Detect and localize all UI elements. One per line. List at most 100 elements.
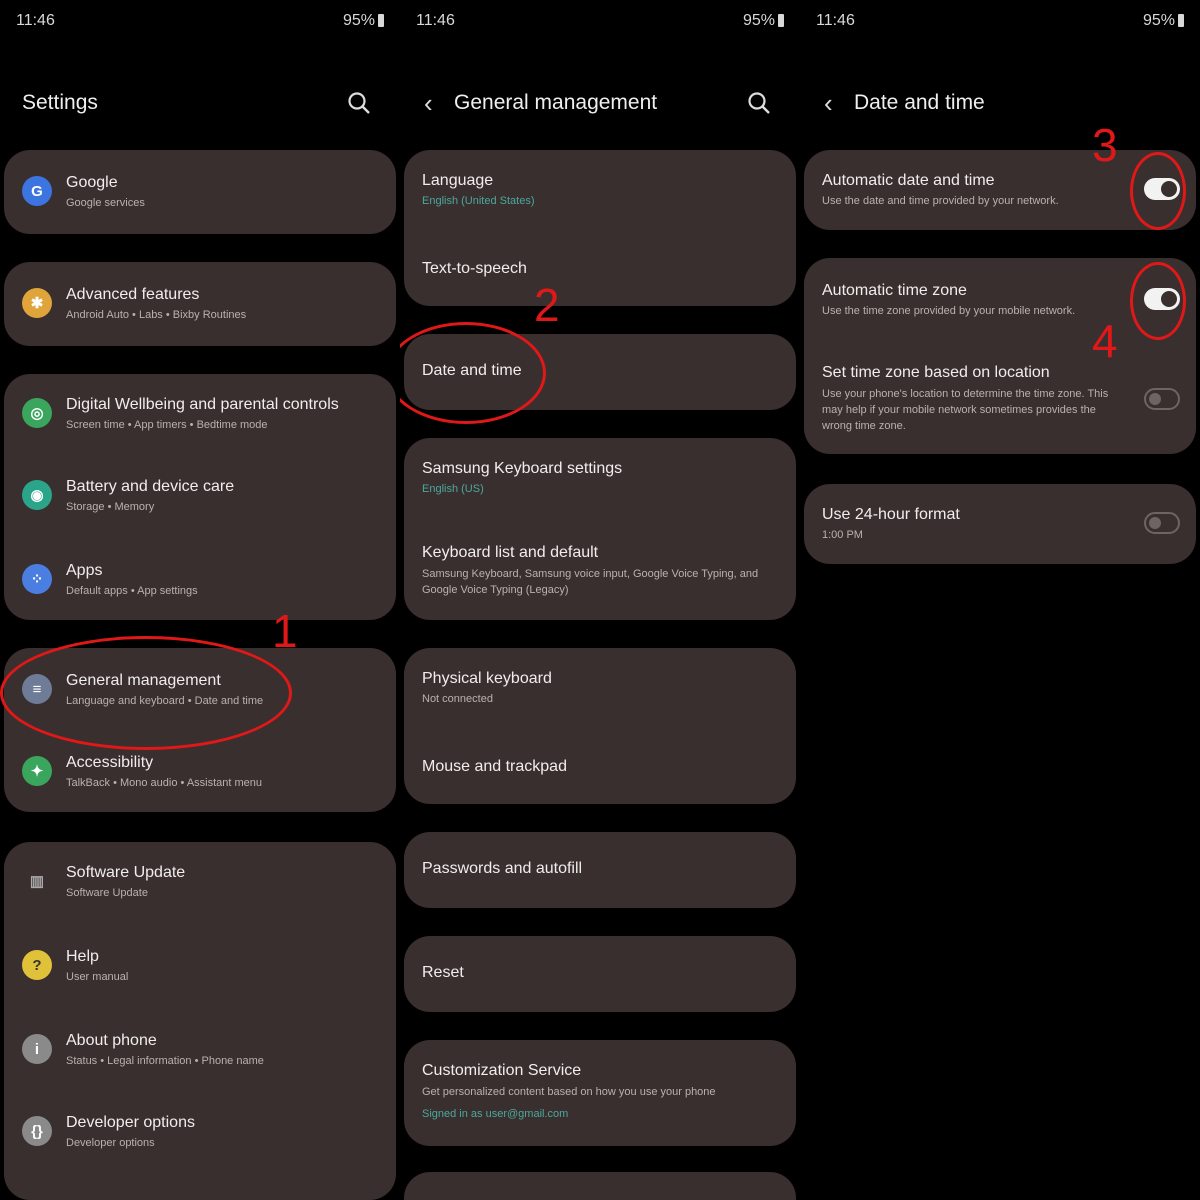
gm-card-customization: Customization Service Get personalized c…: [404, 1040, 796, 1146]
item-subtitle: TalkBack • Mono audio • Assistant menu: [66, 777, 263, 789]
dt-item-automatic-time-zone[interactable]: Automatic time zone Use the time zone pr…: [822, 282, 1116, 322]
item-subtitle: Get personalized content based on how yo…: [422, 1086, 716, 1098]
annotation-ring-3: [1130, 152, 1186, 230]
settings-card-group5: ▥ Software Update Software Update ? Help…: [4, 842, 396, 1200]
settings-item-battery[interactable]: ◉ Battery and device care Storage • Memo…: [22, 478, 382, 518]
settings-item-about-phone[interactable]: i About phone Status • Legal information…: [22, 1032, 382, 1072]
item-title: Battery and device care: [66, 478, 235, 495]
item-title: Automatic date and time: [822, 172, 995, 189]
dt-item-24-hour-format[interactable]: Use 24-hour format 1:00 PM: [822, 506, 1116, 546]
item-subtitle: Status • Legal information • Phone name: [66, 1055, 264, 1067]
gm-item-samsung-keyboard[interactable]: Samsung Keyboard settings English (US): [422, 460, 782, 500]
gm-card-passwords: Passwords and autofill: [404, 832, 796, 908]
status-bar: 11:46 95%: [816, 12, 1184, 34]
status-battery: 95%: [742, 12, 775, 29]
item-subtitle: Software Update: [66, 887, 148, 899]
annotation-ring-4: [1130, 262, 1186, 340]
date-and-time-screen: 11:46 95% ‹ Date and time Automatic date…: [800, 0, 1200, 1200]
settings-item-apps[interactable]: ⁘ Apps Default apps • App settings: [22, 562, 382, 602]
gm-card-next: [404, 1172, 796, 1200]
item-subtitle: Use your phone's location to determine t…: [822, 388, 1109, 432]
status-right: 95%: [343, 12, 384, 30]
gm-item-reset[interactable]: Reset: [422, 964, 782, 988]
item-subtitle: 1:00 PM: [822, 529, 863, 541]
back-arrow-icon[interactable]: ‹: [824, 88, 833, 118]
settings-item-advanced-features[interactable]: ✱ Advanced features Android Auto • Labs …: [22, 286, 382, 326]
page-title: Date and time: [854, 91, 985, 114]
item-title: Mouse and trackpad: [422, 758, 567, 775]
gm-card-input: Physical keyboard Not connected Mouse an…: [404, 648, 796, 804]
gm-item-physical-keyboard[interactable]: Physical keyboard Not connected: [422, 670, 782, 710]
item-title: About phone: [66, 1032, 157, 1049]
item-subtitle: English (US): [422, 483, 484, 495]
gm-item-passwords-autofill[interactable]: Passwords and autofill: [422, 860, 782, 884]
settings-item-accessibility[interactable]: ✦ Accessibility TalkBack • Mono audio • …: [22, 754, 382, 794]
item-subtitle: English (United States): [422, 195, 535, 207]
dt-card-24h: Use 24-hour format 1:00 PM: [804, 484, 1196, 564]
item-subtitle: Screen time • App timers • Bedtime mode: [66, 419, 268, 431]
gm-card-reset: Reset: [404, 936, 796, 1012]
back-arrow-icon[interactable]: ‹: [424, 88, 433, 118]
accessibility-icon: ✦: [22, 756, 52, 786]
annotation-number-4: 4: [1092, 315, 1118, 367]
item-subtitle: Developer options: [66, 1137, 155, 1149]
settings-item-software-update[interactable]: ▥ Software Update Software Update: [22, 864, 382, 904]
item-subtitle: User manual: [66, 971, 129, 983]
item-title: Digital Wellbeing and parental controls: [66, 396, 339, 413]
app-header: Settings: [22, 88, 380, 122]
annotation-number-2: 2: [534, 279, 560, 331]
item-subtitle: Google services: [66, 197, 145, 209]
dt-item-automatic-date-time[interactable]: Automatic date and time Use the date and…: [822, 172, 1116, 212]
annotation-ring-1: [0, 636, 292, 750]
developer-options-icon: {}: [22, 1116, 52, 1146]
time-zone-location-toggle[interactable]: [1144, 388, 1180, 410]
settings-screen: 11:46 95% Settings G Google Google servi…: [0, 0, 400, 1200]
item-title: Accessibility: [66, 754, 154, 771]
item-title: Software Update: [66, 864, 186, 881]
settings-item-help[interactable]: ? Help User manual: [22, 948, 382, 988]
item-title: Reset: [422, 964, 464, 981]
battery-icon: [378, 14, 384, 27]
gm-item-keyboard-list[interactable]: Keyboard list and default Samsung Keyboa…: [422, 544, 782, 604]
settings-item-digital-wellbeing[interactable]: ◎ Digital Wellbeing and parental control…: [22, 396, 382, 436]
gm-item-language[interactable]: Language English (United States): [422, 172, 782, 212]
item-title: Use 24-hour format: [822, 506, 960, 523]
item-title: Text-to-speech: [422, 260, 527, 277]
gm-item-customization-service[interactable]: Customization Service Get personalized c…: [422, 1062, 782, 1126]
status-time: 11:46: [816, 12, 855, 29]
item-title: Automatic time zone: [822, 282, 967, 299]
search-icon[interactable]: [346, 90, 372, 116]
item-title: Customization Service: [422, 1062, 582, 1079]
item-title: Apps: [66, 562, 103, 579]
item-title: Passwords and autofill: [422, 860, 583, 877]
settings-item-google[interactable]: G Google Google services: [22, 174, 382, 214]
settings-card-group3: ◎ Digital Wellbeing and parental control…: [4, 374, 396, 620]
gm-item-text-to-speech[interactable]: Text-to-speech: [422, 260, 782, 284]
battery-care-icon: ◉: [22, 480, 52, 510]
gm-card-keyboard: Samsung Keyboard settings English (US) K…: [404, 438, 796, 620]
app-header: ‹ General management: [422, 88, 780, 122]
item-subtitle: Storage • Memory: [66, 501, 155, 513]
settings-item-developer-options[interactable]: {} Developer options Developer options: [22, 1114, 382, 1154]
dt-item-time-zone-location[interactable]: Set time zone based on location Use your…: [822, 364, 1116, 438]
gm-card-language: Language English (United States) Text-to…: [404, 150, 796, 306]
status-time: 11:46: [16, 12, 55, 29]
general-management-screen: 11:46 95% ‹ General management Language …: [400, 0, 800, 1200]
status-bar: 11:46 95%: [416, 12, 784, 34]
advanced-features-icon: ✱: [22, 288, 52, 318]
wellbeing-icon: ◎: [22, 398, 52, 428]
gm-item-mouse-trackpad[interactable]: Mouse and trackpad: [422, 758, 782, 782]
status-battery: 95%: [1142, 12, 1175, 29]
item-title: Developer options: [66, 1114, 195, 1131]
search-icon[interactable]: [746, 90, 772, 116]
item-subtitle: Default apps • App settings: [66, 585, 198, 597]
item-title: Language: [422, 172, 494, 189]
page-title: General management: [454, 91, 658, 114]
status-bar: 11:46 95%: [16, 12, 384, 34]
item-title: Google: [66, 174, 118, 191]
item-title: Keyboard list and default: [422, 544, 599, 561]
24-hour-format-toggle[interactable]: [1144, 512, 1180, 534]
battery-icon: [1178, 14, 1184, 27]
page-title: Settings: [22, 91, 98, 114]
battery-icon: [778, 14, 784, 27]
